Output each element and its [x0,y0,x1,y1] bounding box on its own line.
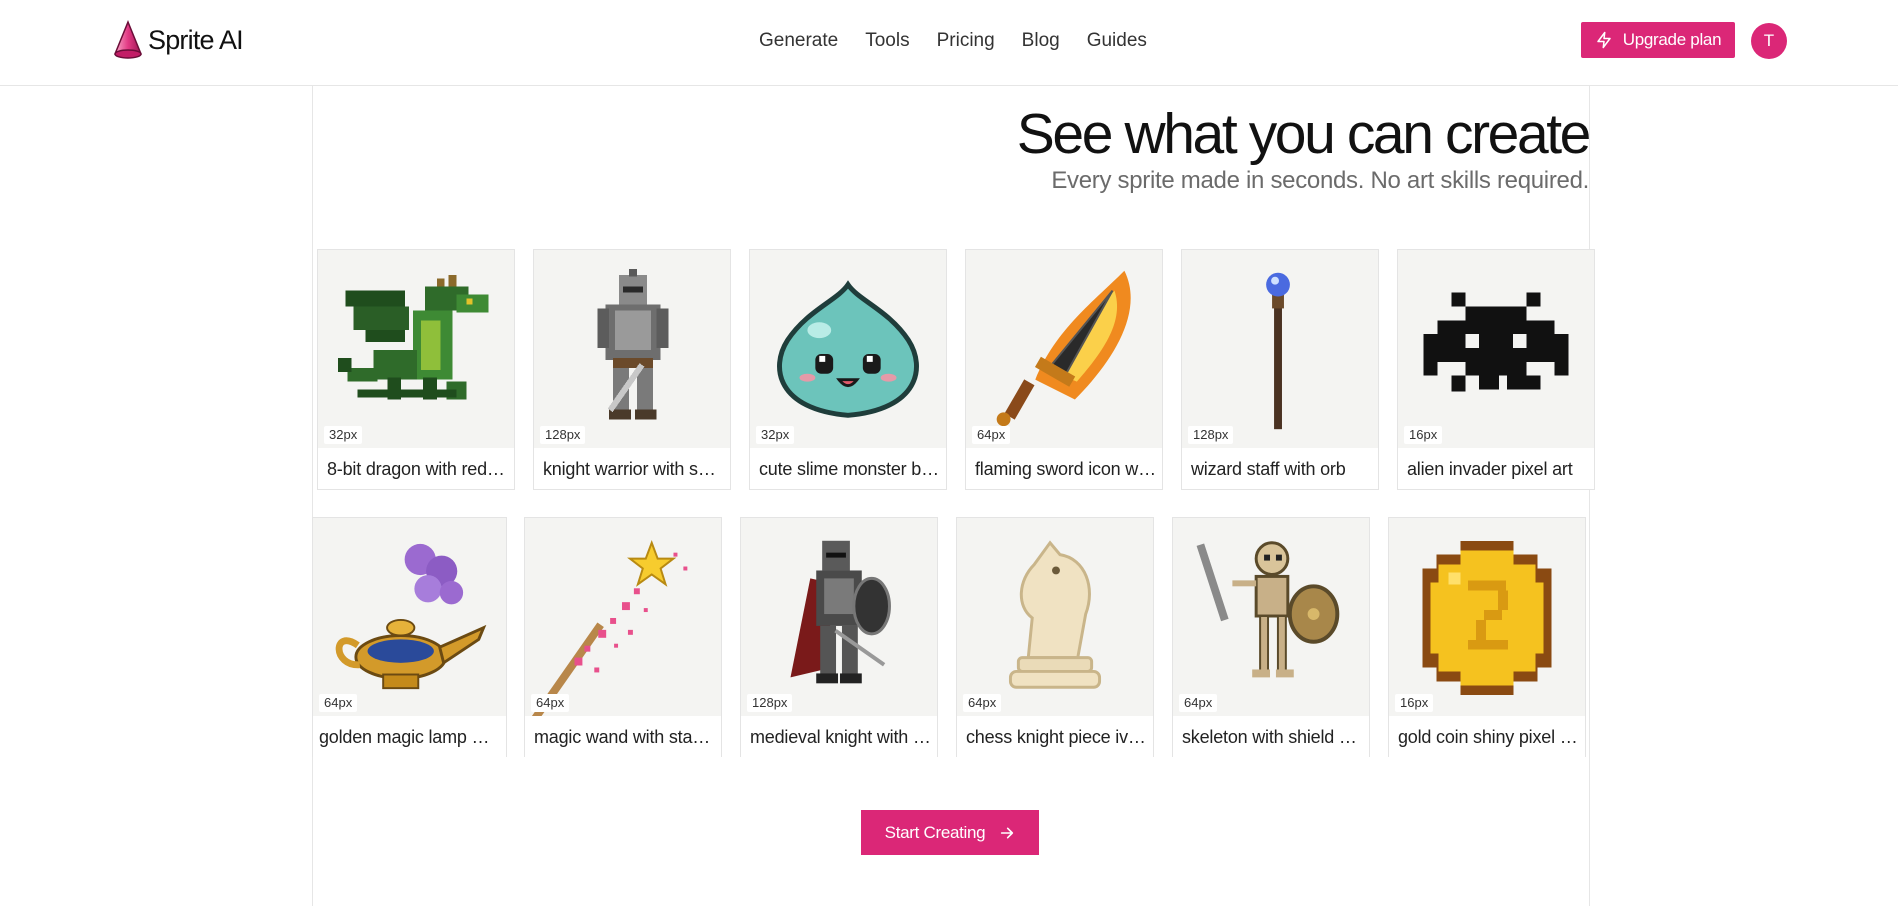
card-caption: skeleton with shield and sword [1182,727,1364,747]
card-thumbnail: 32px [750,250,946,448]
card-thumbnail: 128px [741,518,937,716]
card-thumbnail: 32px [318,250,514,448]
size-badge: 64px [319,694,358,712]
card-thumbnail: 64px [1173,518,1369,716]
logo[interactable]: Sprite AI [112,20,244,60]
magic-lamp-sprite-icon [335,543,487,690]
nav-guides[interactable]: Guides [1087,26,1147,56]
upgrade-plan-button[interactable]: Upgrade plan [1581,22,1735,58]
gallery-card[interactable]: 64px chess knight piece ivory [956,517,1154,757]
wizard-staff-sprite-icon [1266,272,1290,430]
card-caption: medieval knight with shield [750,727,932,747]
gallery-card[interactable]: 64px skeleton with shield and sword [1172,517,1370,757]
card-thumbnail: 128px [1182,250,1378,448]
gold-coin-sprite-icon [1422,540,1552,696]
gallery-card[interactable]: 128px medieval knight with shield [740,517,938,757]
nav-generate[interactable]: Generate [759,26,838,56]
upgrade-plan-label: Upgrade plan [1622,30,1722,49]
size-badge: 128px [1188,426,1234,444]
size-badge: 128px [747,694,793,712]
card-caption: 8-bit dragon with red eyes [327,459,509,479]
card-thumbnail: 64px [525,518,721,716]
size-badge: 64px [972,426,1011,444]
card-thumbnail: 64px [957,518,1153,716]
user-avatar[interactable]: T [1751,23,1787,59]
size-badge: 64px [1179,694,1218,712]
gallery-card[interactable]: 16px gold coin shiny pixel art [1388,517,1586,757]
card-caption: golden magic lamp with smoke [319,727,501,747]
chess-knight-sprite-icon [1008,540,1102,689]
size-badge: 16px [1404,426,1443,444]
nav-blog[interactable]: Blog [1022,26,1060,56]
card-caption: alien invader pixel art [1407,459,1573,479]
slime-sprite-icon [777,280,919,418]
avatar-initial: T [1763,31,1775,50]
size-badge: 16px [1395,694,1434,712]
logo-text: Sprite AI [148,24,244,55]
card-caption: magic wand with star sparkles [534,727,716,747]
gallery-card[interactable]: 64px golden magic lamp with smoke [312,517,507,757]
skeleton-sprite-icon [1196,541,1340,678]
main-content: See what you can create Every sprite mad… [312,86,1592,906]
gallery-card[interactable]: 64px flaming sword icon with fire [965,249,1163,490]
card-thumbnail: 16px [1389,518,1585,716]
nav-tools[interactable]: Tools [865,26,909,56]
size-badge: 32px [324,426,363,444]
cone-logo-icon [114,20,142,59]
page-title: See what you can create [1016,102,1592,166]
card-caption: chess knight piece ivory [966,727,1148,747]
flaming-sword-sprite-icon [996,270,1131,427]
size-badge: 64px [531,694,570,712]
alien-invader-sprite-icon [1423,292,1569,392]
size-badge: 128px [540,426,586,444]
site-header: Sprite AI Generate Tools Pricing Blog Gu… [0,0,1898,86]
size-badge: 64px [963,694,1002,712]
lightning-icon [1597,31,1611,49]
page-subtitle: Every sprite made in seconds. No art ski… [1051,167,1589,194]
gallery-card[interactable]: 128px knight warrior with sword [533,249,731,490]
card-caption: gold coin shiny pixel art [1398,727,1580,747]
start-creating-button[interactable]: Start Creating [861,810,1039,855]
magic-wand-sprite-icon [529,539,688,716]
card-caption: wizard staff with orb [1191,459,1346,479]
card-caption: flaming sword icon with fire [975,459,1157,479]
gallery-card[interactable]: 32px cute slime monster blob [749,249,947,490]
dragon-sprite-icon [337,274,489,400]
dark-knight-sprite-icon [790,540,891,684]
gallery-card[interactable]: 128px wizard staff with orb [1181,249,1379,490]
card-thumbnail: 64px [313,518,506,716]
knight-sprite-icon [597,268,669,420]
card-thumbnail: 128px [534,250,730,448]
gallery-card[interactable]: 32px 8-bit dragon with red eyes [317,249,515,490]
card-caption: knight warrior with sword [543,459,725,479]
arrow-right-icon [1001,827,1014,838]
start-creating-label: Start Creating [884,822,986,842]
nav-pricing[interactable]: Pricing [937,26,995,56]
card-thumbnail: 64px [966,250,1162,448]
card-caption: cute slime monster blob [759,459,941,479]
main-nav: Generate Tools Pricing Blog Guides [759,26,1147,56]
size-badge: 32px [756,426,795,444]
card-thumbnail: 16px [1398,250,1594,448]
gallery-card[interactable]: 16px alien invader pixel art [1397,249,1595,490]
gallery-card[interactable]: 64px magic wand with star sparkles [524,517,722,757]
